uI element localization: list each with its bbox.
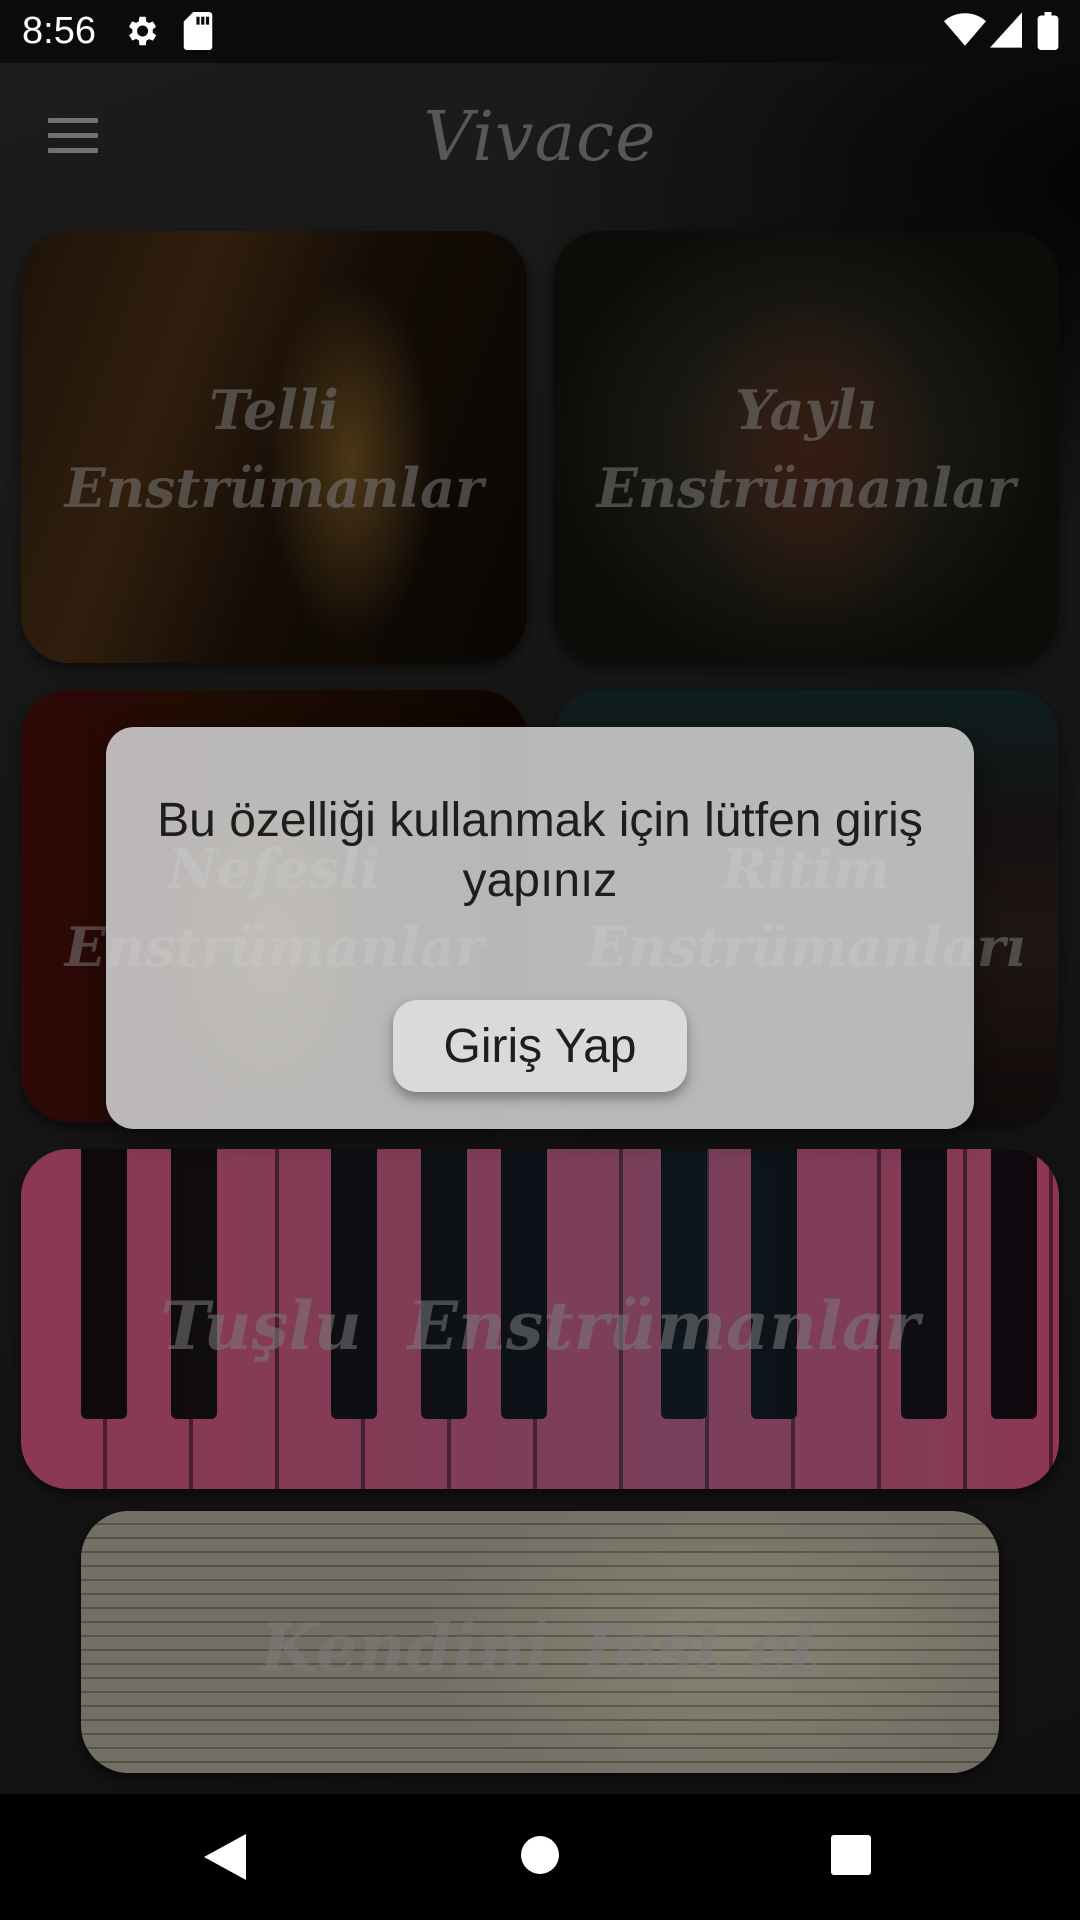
back-icon[interactable]	[204, 1834, 246, 1880]
login-required-dialog: Bu özelliği kullanmak için lütfen giriş …	[106, 727, 974, 1129]
login-button[interactable]: Giriş Yap	[393, 1000, 687, 1092]
dialog-message: Bu özelliği kullanmak için lütfen giriş …	[157, 794, 923, 907]
home-icon[interactable]	[520, 1835, 560, 1875]
wifi-icon	[944, 13, 986, 46]
sd-card-icon	[183, 12, 213, 50]
battery-icon	[1037, 12, 1059, 50]
status-time: 8:56	[22, 10, 96, 52]
navigation-bar	[0, 1794, 1080, 1920]
status-bar: 8:56	[0, 0, 1080, 63]
signal-icon	[990, 12, 1022, 48]
recents-icon[interactable]	[831, 1835, 871, 1875]
gear-icon	[128, 16, 157, 46]
